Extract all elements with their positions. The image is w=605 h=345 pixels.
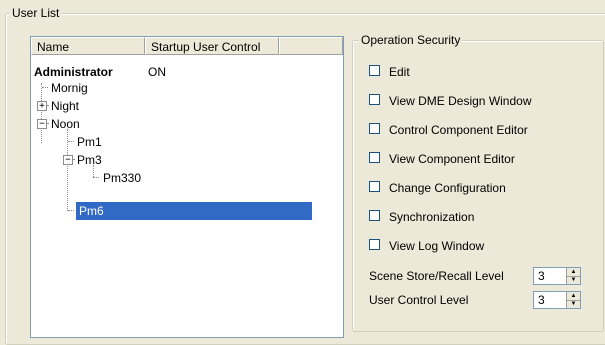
tree-item-label: Mornig [51, 81, 88, 95]
checkbox-box[interactable] [369, 94, 380, 105]
checkbox-label: Change Configuration [389, 181, 506, 195]
checkbox-box[interactable] [369, 65, 380, 76]
tree-item-label: Night [51, 99, 80, 113]
tree-guide-line [93, 177, 99, 178]
scene-store-recall-level-spinner[interactable]: 3 ▲ ▼ [533, 267, 581, 285]
column-headers: Name Startup User Control [31, 37, 343, 57]
scene-store-recall-level-row: Scene Store/Recall Level 3 ▲ ▼ [369, 266, 599, 286]
user-control-level-row: User Control Level 3 ▲ ▼ [369, 290, 599, 310]
tree-guide-line [42, 87, 48, 88]
scene-store-recall-level-label: Scene Store/Recall Level [369, 269, 504, 283]
tree-row-mornig[interactable]: Mornig [51, 79, 88, 97]
tree-item-label: Noon [51, 117, 80, 131]
tree-row-pm330[interactable]: Pm330 [103, 169, 141, 187]
minus-box-icon[interactable]: − [37, 119, 47, 129]
column-header-startup-user-control[interactable]: Startup User Control [145, 37, 279, 55]
minus-box-icon[interactable]: − [63, 155, 73, 165]
checkbox-label: Control Component Editor [389, 123, 528, 137]
column-header-name[interactable]: Name [31, 37, 145, 55]
tree-row-pm3[interactable]: Pm3 [77, 151, 102, 169]
down-arrow-icon[interactable]: ▼ [567, 300, 580, 308]
user-tree[interactable]: Name Startup User Control Administrator … [30, 36, 344, 338]
tree-item-label: Pm1 [77, 135, 102, 149]
checkbox-label: View Log Window [389, 239, 485, 253]
checkbox-box[interactable] [369, 239, 380, 250]
user-control-level-value[interactable]: 3 [538, 292, 545, 308]
tree-row-night[interactable]: Night [51, 97, 79, 115]
tree-row-pm1[interactable]: Pm1 [77, 133, 102, 151]
spinner-buttons: ▲ ▼ [566, 268, 580, 284]
startup-user-control-value: ON [148, 65, 166, 79]
tree-item-label: Pm330 [103, 171, 142, 185]
checkbox-label: Synchronization [389, 210, 475, 224]
checkbox-box[interactable] [369, 123, 380, 134]
operation-security-title: Operation Security [359, 33, 463, 47]
tree-item-label: Pm3 [77, 153, 102, 167]
tree-item-label: Pm6 [79, 204, 104, 218]
checkbox-label: Edit [389, 65, 410, 79]
user-control-level-label: User Control Level [369, 293, 469, 307]
scene-store-recall-level-value[interactable]: 3 [538, 268, 545, 284]
plus-box-icon[interactable]: + [37, 101, 47, 111]
tree-guide-line [68, 210, 74, 211]
checkbox-box[interactable] [369, 210, 380, 221]
down-arrow-icon[interactable]: ▼ [567, 276, 580, 284]
spinner-buttons: ▲ ▼ [566, 292, 580, 308]
checkbox-box[interactable] [369, 181, 380, 192]
tree-guide-line [41, 83, 42, 143]
tree-row-noon[interactable]: Noon [51, 115, 80, 133]
checkbox-label: View Component Editor [389, 152, 515, 166]
tree-row-pm6[interactable]: Pm6 [76, 202, 312, 220]
checkbox-label: View DME Design Window [389, 94, 532, 108]
tree-guide-line [68, 141, 74, 142]
operation-security-group: Operation Security Edit View DME Design … [352, 33, 604, 332]
checkbox-box[interactable] [369, 152, 380, 163]
column-header-filler [279, 37, 343, 55]
user-control-level-spinner[interactable]: 3 ▲ ▼ [533, 291, 581, 309]
user-list-title: User List [10, 6, 62, 20]
